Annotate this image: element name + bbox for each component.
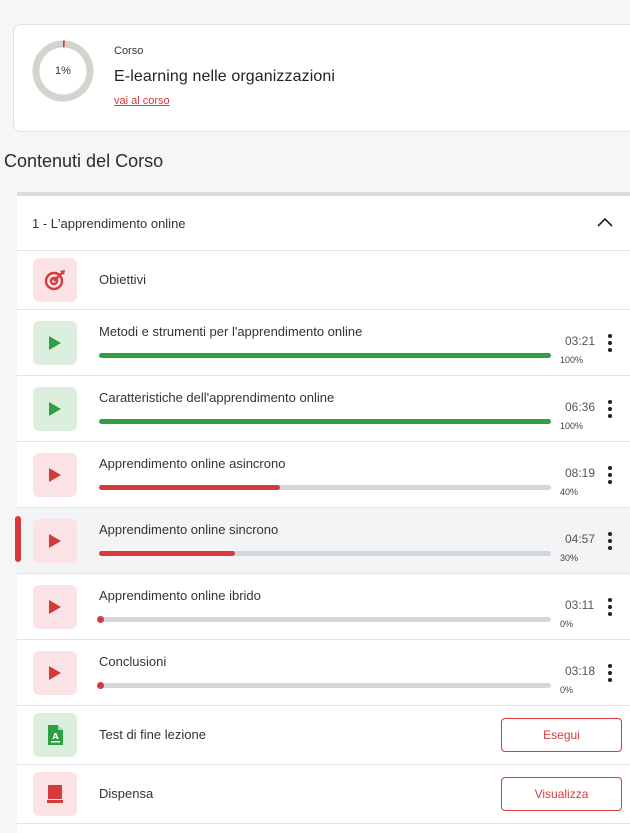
lesson-item[interactable]: Caratteristiche dell'apprendimento onlin… (17, 376, 630, 442)
progress-fill (99, 485, 280, 490)
course-card: 1% Corso E-learning nelle organizzazioni… (13, 24, 630, 132)
module-header[interactable]: 1 - L'apprendimento online (17, 196, 630, 251)
lesson-item[interactable]: Apprendimento online asincrono 08:19 40% (17, 442, 630, 508)
lesson-percent: 30% (560, 553, 579, 563)
module-title: 1 - L'apprendimento online (32, 216, 186, 231)
progress-start-dot (97, 682, 104, 689)
lesson-item-active[interactable]: Apprendimento online sincrono 04:57 30% (15, 508, 630, 574)
lesson-title: Apprendimento online sincrono (99, 522, 279, 537)
play-icon (33, 453, 77, 497)
play-icon (33, 387, 77, 431)
more-options-icon[interactable] (607, 664, 615, 682)
lesson-title: Metodi e strumenti per l'apprendimento o… (99, 324, 363, 339)
lesson-duration: 03:21 (565, 334, 596, 348)
lesson-percent: 100% (560, 355, 584, 365)
active-lesson-marker (15, 516, 21, 562)
progress-fill (99, 551, 235, 556)
more-options-icon[interactable] (607, 334, 615, 352)
lesson-title: Apprendimento online ibrido (99, 588, 261, 603)
view-handout-button[interactable]: Visualizza (501, 777, 622, 811)
progress-fill (99, 419, 551, 424)
chevron-up-icon[interactable] (595, 214, 615, 230)
more-options-icon[interactable] (607, 400, 615, 418)
book-icon (33, 772, 77, 816)
lesson-list: 1 - L'apprendimento online Obiettivi Met… (15, 192, 630, 833)
more-options-icon[interactable] (607, 466, 615, 484)
lesson-progress-bar (99, 551, 551, 556)
play-icon (33, 585, 77, 629)
target-icon (33, 258, 77, 302)
lesson-progress-bar (99, 419, 551, 424)
lesson-progress-bar (99, 485, 551, 490)
course-progress-label: 1% (55, 65, 71, 77)
course-title: E-learning nelle organizzazioni (114, 68, 336, 85)
lesson-percent: 0% (560, 685, 574, 695)
more-options-icon[interactable] (607, 598, 615, 616)
lesson-percent: 0% (560, 619, 574, 629)
go-to-course-link[interactable]: vai al corso (114, 95, 170, 107)
lesson-title: Apprendimento online asincrono (99, 456, 286, 471)
lesson-progress-bar (97, 682, 551, 689)
progress-fill (99, 353, 551, 358)
more-options-icon[interactable] (607, 532, 615, 550)
lesson-progress-bar (99, 353, 551, 358)
lesson-duration: 06:36 (565, 400, 596, 414)
play-icon (33, 519, 77, 563)
lesson-title: Dispensa (99, 786, 154, 801)
lesson-percent: 40% (560, 487, 579, 497)
lesson-item[interactable]: Conclusioni 03:18 0% (17, 640, 630, 706)
course-kicker: Corso (114, 45, 144, 57)
run-test-button[interactable]: Esegui (501, 718, 622, 752)
lesson-title: Conclusioni (99, 654, 167, 669)
lesson-item-objectives[interactable]: Obiettivi (17, 251, 630, 310)
lesson-duration: 04:57 (565, 532, 596, 546)
lesson-percent: 100% (560, 421, 584, 431)
lesson-title: Obiettivi (99, 272, 146, 287)
lesson-title: Caratteristiche dell'apprendimento onlin… (99, 390, 335, 405)
quiz-document-icon: A (33, 713, 77, 757)
lesson-duration: 03:18 (565, 664, 596, 678)
lesson-item[interactable]: Metodi e strumenti per l'apprendimento o… (17, 310, 630, 376)
lesson-item[interactable]: Apprendimento online ibrido 03:11 0% (17, 574, 630, 640)
progress-start-dot (97, 616, 104, 623)
lesson-item-test[interactable]: A Test di fine lezione Esegui (17, 706, 630, 765)
lesson-duration: 08:19 (565, 466, 596, 480)
lesson-title: Test di fine lezione (99, 727, 206, 742)
lesson-duration: 03:11 (565, 598, 595, 612)
lesson-item-handout[interactable]: Dispensa Visualizza (17, 765, 630, 824)
play-icon (33, 321, 77, 365)
section-heading: Contenuti del Corso (4, 151, 164, 171)
play-icon (33, 651, 77, 695)
svg-text:A: A (52, 732, 59, 741)
lesson-progress-bar (97, 616, 551, 623)
